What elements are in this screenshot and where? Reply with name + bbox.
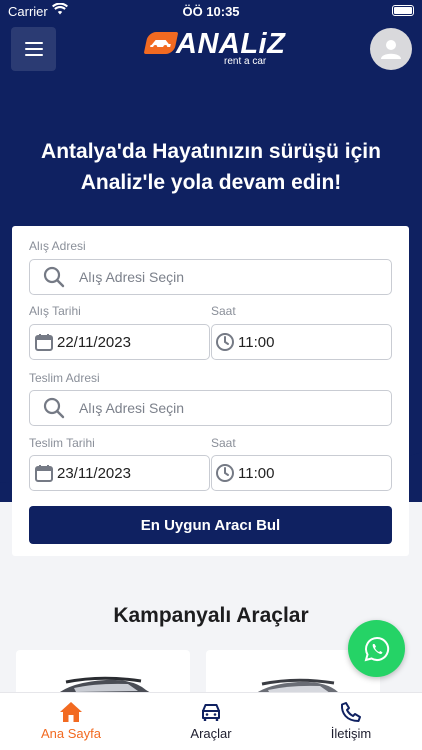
car-icon <box>199 701 223 723</box>
phone-icon <box>340 701 362 723</box>
tab-home[interactable]: Ana Sayfa <box>16 693 126 750</box>
return-date-value: 23/11/2023 <box>57 464 131 482</box>
return-address-label: Teslim Adresi <box>29 371 100 385</box>
whatsapp-icon <box>364 636 389 661</box>
home-icon <box>59 701 83 723</box>
headline-line-2: Analiz'le yola devam edin! <box>80 171 342 194</box>
battery-icon <box>392 5 414 16</box>
pickup-address-placeholder: Alış Adresi Seçin <box>79 269 185 285</box>
clock: ÖÖ 10:35 <box>182 4 240 19</box>
clock-icon <box>215 332 235 352</box>
search-icon <box>43 397 65 419</box>
whatsapp-button[interactable] <box>348 620 405 677</box>
profile-button[interactable] <box>370 28 412 70</box>
pickup-date-value: 22/11/2023 <box>57 333 131 351</box>
search-form: Alış Adresi Alış Adresi Seçin Alış Tarih… <box>12 226 409 556</box>
hero-headline: Antalya'da Hayatınızın sürüşü için Anali… <box>0 136 422 198</box>
tab-home-label: Ana Sayfa <box>41 726 101 741</box>
hamburger-icon <box>24 42 43 44</box>
headline-line-1: Antalya'da Hayatınızın sürüşü için <box>41 140 381 163</box>
calendar-icon <box>35 464 53 482</box>
return-address-input[interactable]: Alış Adresi Seçin <box>29 390 392 426</box>
find-car-button[interactable]: En Uygun Aracı Bul <box>29 506 392 544</box>
tab-cars[interactable]: Araçlar <box>156 693 266 750</box>
return-date-field[interactable]: 23/11/2023 <box>29 455 210 491</box>
tab-contact-label: İletişim <box>330 726 372 741</box>
bottom-tab-bar: Ana Sayfa Araçlar İletişim <box>0 692 422 750</box>
campaigns-title: Kampanyalı Araçlar <box>113 604 309 627</box>
return-time-label: Saat <box>211 436 236 450</box>
brand-logo: ANALiZ rent a car <box>143 28 285 70</box>
return-time-field[interactable]: 11:00 <box>211 455 392 491</box>
logo-car-badge <box>143 32 179 54</box>
clock-icon <box>215 463 235 483</box>
menu-button[interactable] <box>11 27 56 71</box>
pickup-time-field[interactable]: 11:00 <box>211 324 392 360</box>
pickup-address-label: Alış Adresi <box>29 239 86 253</box>
pickup-date-field[interactable]: 22/11/2023 <box>29 324 210 360</box>
return-address-placeholder: Alış Adresi Seçin <box>79 400 185 416</box>
pickup-address-input[interactable]: Alış Adresi Seçin <box>29 259 392 295</box>
status-bar: Carrier ÖÖ 10:35 <box>0 0 422 22</box>
tab-cars-label: Araçlar <box>190 726 232 741</box>
return-date-label: Teslim Tarihi <box>29 436 95 450</box>
user-icon <box>381 40 401 59</box>
calendar-icon <box>35 333 53 351</box>
return-time-value: 11:00 <box>238 464 275 482</box>
search-icon <box>43 266 65 288</box>
tab-contact[interactable]: İletişim <box>296 693 406 750</box>
pickup-date-label: Alış Tarihi <box>29 304 81 318</box>
pickup-time-label: Saat <box>211 304 236 318</box>
pickup-time-value: 11:00 <box>238 333 275 351</box>
brand-tagline: rent a car <box>224 56 267 67</box>
